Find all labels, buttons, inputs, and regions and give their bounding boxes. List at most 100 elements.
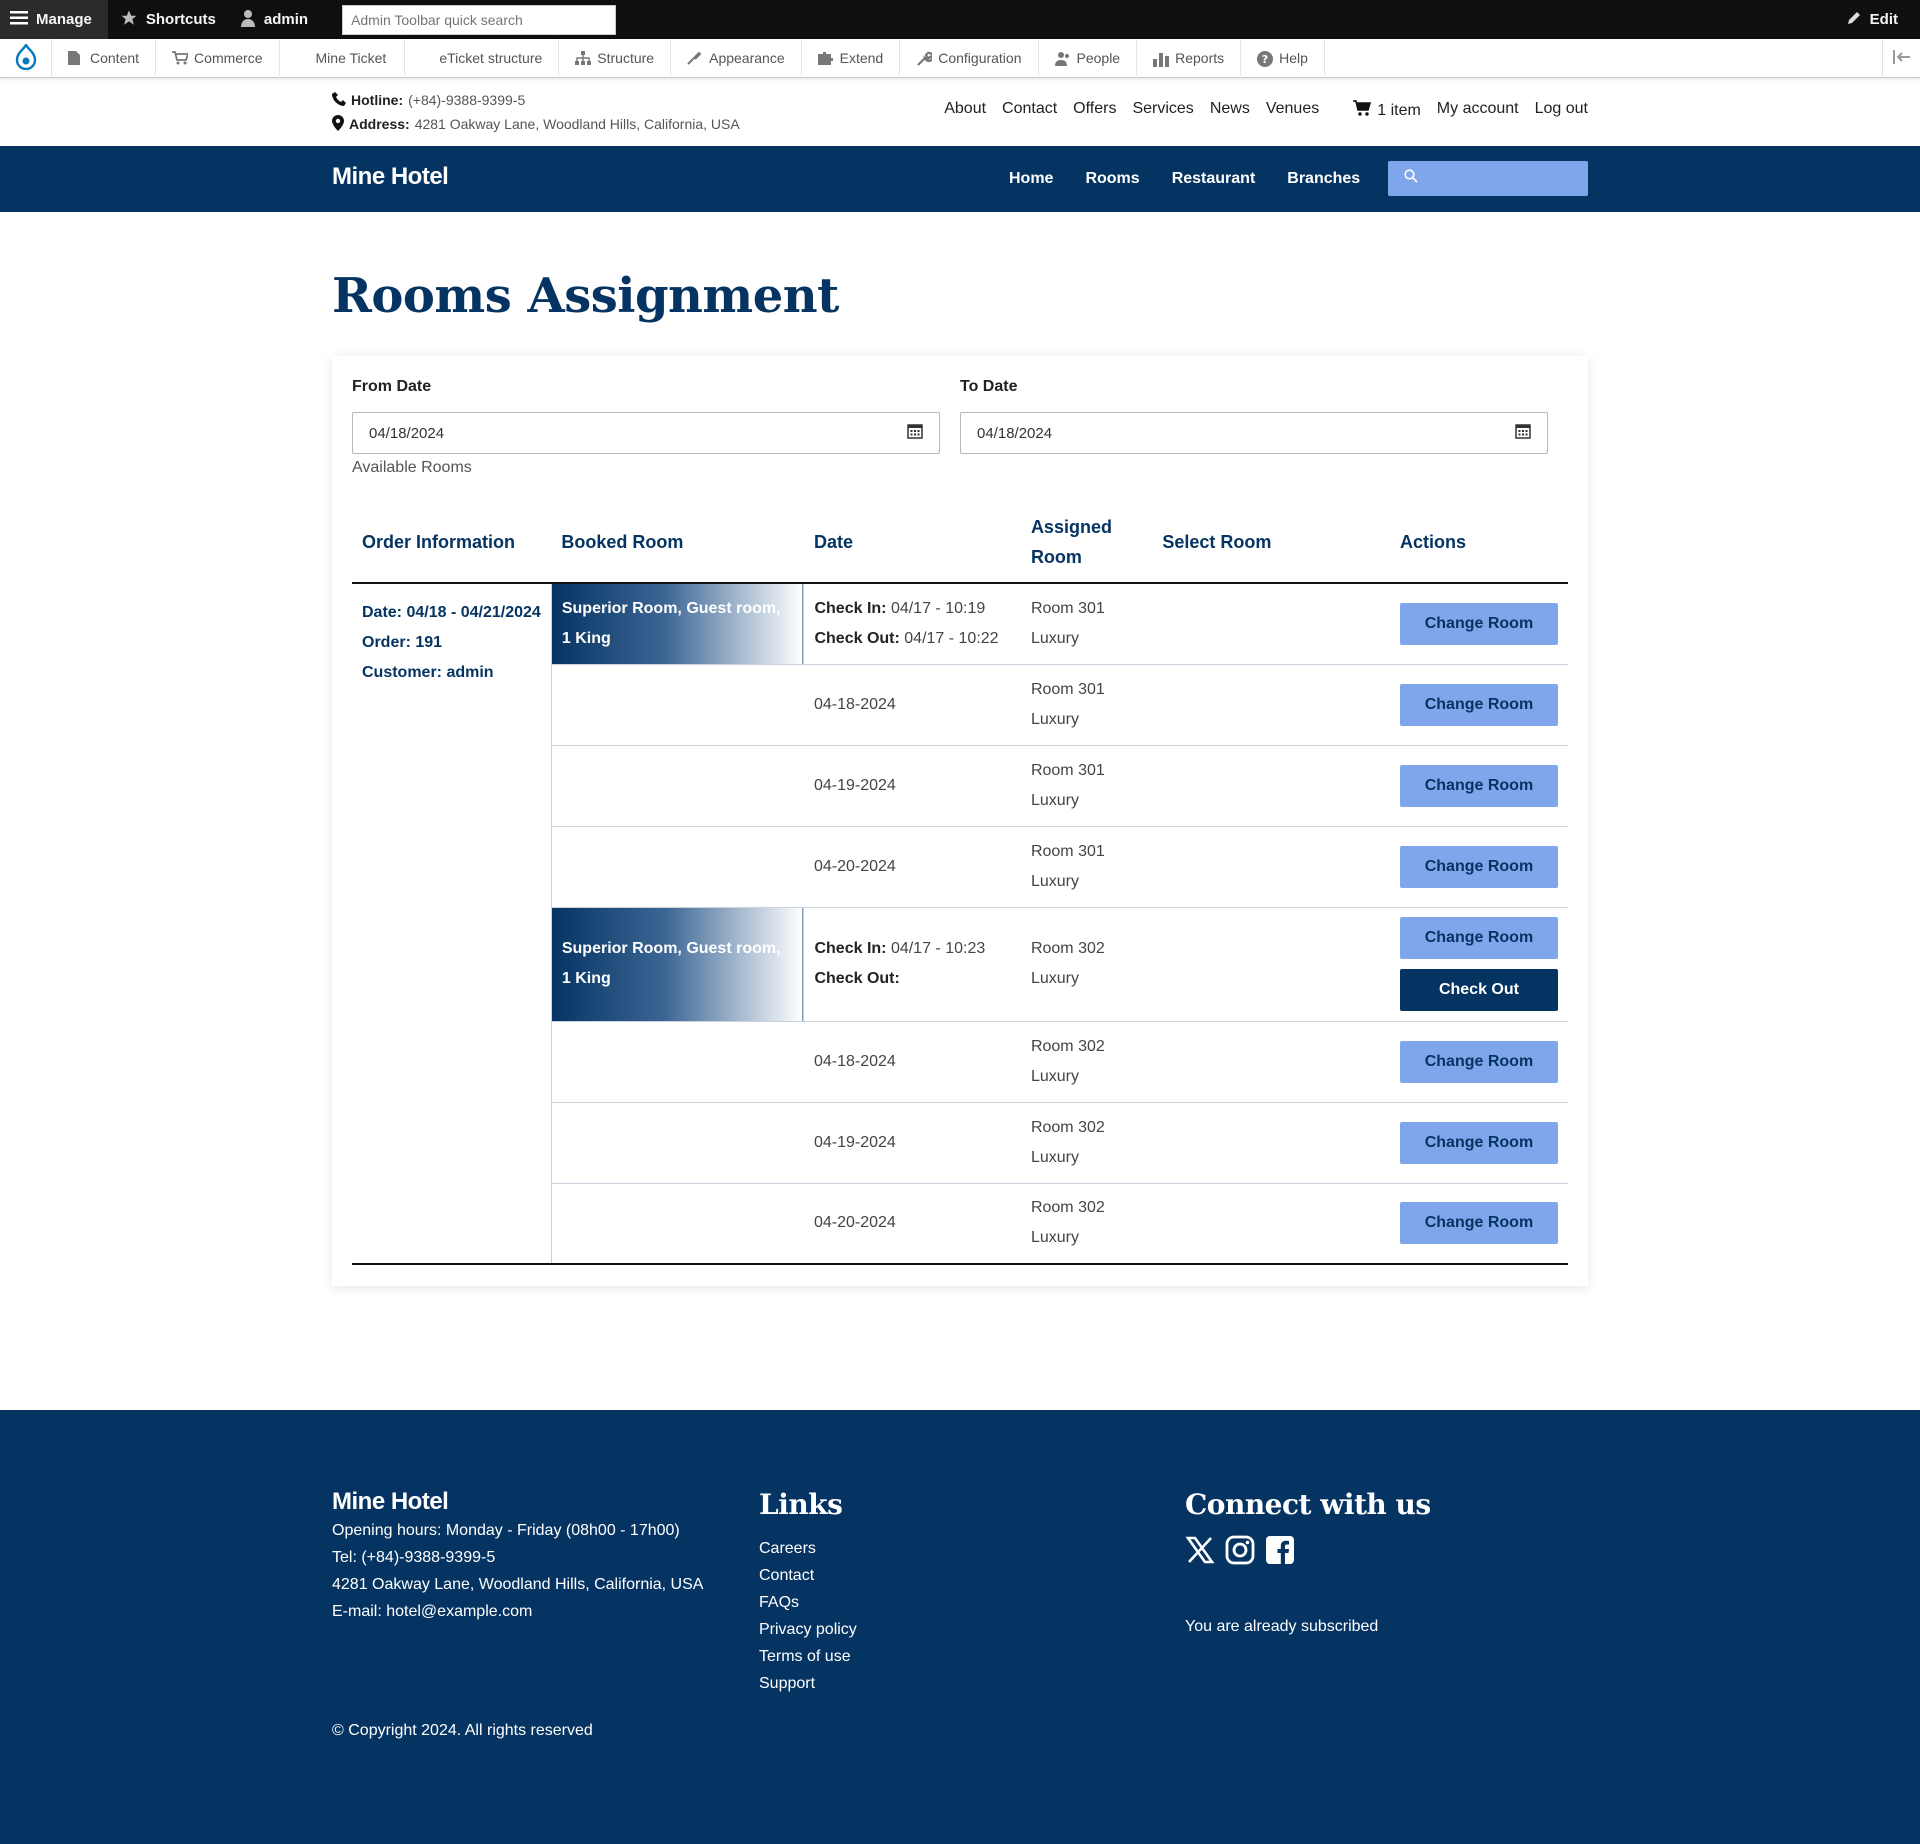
change-room-button[interactable]: Change Room xyxy=(1399,1121,1558,1164)
booked-room-empty xyxy=(551,1021,804,1103)
x-twitter-icon[interactable] xyxy=(1185,1535,1215,1570)
toolbar-content[interactable]: Content xyxy=(52,38,157,78)
admin-toolbar-tray: Content Commerce Mine Ticket eTicket str… xyxy=(0,38,1920,78)
puzzle-icon xyxy=(817,51,833,65)
change-room-button[interactable]: Change Room xyxy=(1399,1202,1558,1245)
pencil-icon xyxy=(1846,10,1862,30)
to-date-value: 04/18/2024 xyxy=(977,424,1053,442)
change-room-button[interactable]: Change Room xyxy=(1399,683,1558,726)
to-date-input[interactable]: 04/18/2024 xyxy=(960,412,1548,454)
toolbar-extend-label: Extend xyxy=(839,50,884,66)
check-out-button[interactable]: Check Out xyxy=(1399,969,1558,1011)
toolbar-reports-label: Reports xyxy=(1175,50,1225,66)
nav-services[interactable]: Services xyxy=(1132,100,1193,121)
footer-link-support[interactable]: Support xyxy=(759,1670,857,1697)
sitemap-icon xyxy=(575,51,592,65)
col-select-room: Select Room xyxy=(1152,501,1390,584)
nav-branches[interactable]: Branches xyxy=(1287,170,1360,188)
toolbar-mine-ticket-label: Mine Ticket xyxy=(315,50,387,66)
drupal-drop-icon xyxy=(15,42,37,73)
manage-button[interactable]: Manage xyxy=(0,0,108,39)
toolbar-commerce[interactable]: Commerce xyxy=(156,38,280,78)
toolbar-configuration[interactable]: Configuration xyxy=(900,38,1039,78)
nav-restaurant[interactable]: Restaurant xyxy=(1172,170,1256,188)
footer-link-privacy[interactable]: Privacy policy xyxy=(759,1616,857,1643)
toolbar-people-label: People xyxy=(1076,50,1121,66)
assigned-room-type: Luxury xyxy=(1030,1067,1079,1085)
from-date-value: 04/18/2024 xyxy=(369,424,445,442)
check-in-label: Check In: xyxy=(814,599,887,617)
footer-link-careers[interactable]: Careers xyxy=(759,1535,857,1562)
site-search-input[interactable] xyxy=(1388,161,1588,196)
toolbar-extend[interactable]: Extend xyxy=(802,38,901,78)
footer-link-contact[interactable]: Contact xyxy=(759,1562,857,1589)
col-order-information: Order Information xyxy=(352,501,552,584)
shortcuts-button[interactable]: Shortcuts xyxy=(108,0,228,39)
user-button[interactable]: admin xyxy=(228,0,320,39)
main-nav: Home Rooms Restaurant Branches xyxy=(1009,146,1360,212)
toolbar-mine-ticket[interactable]: Mine Ticket xyxy=(280,38,406,78)
table-header-row: Order Information Booked Room Date Assig… xyxy=(352,501,1568,584)
assigned-room-type: Luxury xyxy=(1030,629,1079,647)
from-date-input[interactable]: 04/18/2024 xyxy=(352,412,940,454)
available-rooms-link[interactable]: Available Rooms xyxy=(352,459,472,477)
check-in-label: Check In: xyxy=(814,940,887,957)
footer-tel: Tel: (+84)-9388-9399-5 xyxy=(332,1549,496,1566)
footer-link-faqs[interactable]: FAQs xyxy=(759,1589,857,1616)
from-date-label: From Date xyxy=(352,378,432,395)
assigned-room: Room 301 xyxy=(1030,761,1105,779)
nav-my-account[interactable]: My account xyxy=(1437,100,1519,121)
instagram-icon[interactable] xyxy=(1225,1535,1255,1570)
col-date: Date xyxy=(803,501,1021,584)
change-room-button[interactable]: Change Room xyxy=(1399,1040,1558,1083)
footer-link-terms[interactable]: Terms of use xyxy=(759,1643,857,1670)
nav-about[interactable]: About xyxy=(944,100,986,121)
change-room-button[interactable]: Change Room xyxy=(1399,764,1558,807)
footer-hours: Opening hours: Monday - Friday (08h00 - … xyxy=(332,1522,680,1539)
assigned-room: Room 302 xyxy=(1030,1199,1105,1217)
toolbar-people[interactable]: People xyxy=(1039,38,1138,78)
social-links xyxy=(1185,1535,1431,1570)
drupal-logo[interactable] xyxy=(0,38,52,78)
address-label: Address: xyxy=(349,116,410,132)
nav-log-out[interactable]: Log out xyxy=(1535,100,1588,121)
cart-count: 1 item xyxy=(1377,101,1421,119)
assigned-room-type: Luxury xyxy=(1030,710,1079,728)
shortcuts-label: Shortcuts xyxy=(145,11,216,28)
toolbar-reports[interactable]: Reports xyxy=(1137,38,1242,78)
footer-connect: Connect with us You are already subscrib… xyxy=(1185,1488,1431,1636)
change-room-button[interactable]: Change Room xyxy=(1399,845,1558,888)
nav-rooms[interactable]: Rooms xyxy=(1085,170,1139,188)
nav-contact[interactable]: Contact xyxy=(1002,100,1057,121)
stay-date: 04-20-2024 xyxy=(803,1183,1021,1265)
toolbar-collapse-button[interactable] xyxy=(1882,38,1920,78)
toolbar-appearance[interactable]: Appearance xyxy=(671,38,802,78)
check-in-out-cell: Check In: 04/17 - 10:19 Check Out: 04/17… xyxy=(803,583,1021,665)
change-room-button[interactable]: Change Room xyxy=(1399,602,1558,645)
site-brand[interactable]: Mine Hotel xyxy=(332,163,449,191)
select-room-cell xyxy=(1152,664,1390,746)
nav-venues[interactable]: Venues xyxy=(1266,100,1319,121)
select-room-cell xyxy=(1152,1102,1390,1184)
booked-room-empty xyxy=(551,664,804,746)
actions-cell: Change Room xyxy=(1389,1021,1568,1103)
site-footer: Mine Hotel Opening hours: Monday - Frida… xyxy=(0,1410,1920,1844)
edit-button[interactable]: Edit xyxy=(1834,0,1920,39)
help-icon: ? xyxy=(1257,51,1274,67)
nav-news[interactable]: News xyxy=(1210,100,1250,121)
subscription-status: You are already subscribed xyxy=(1185,1618,1379,1635)
change-room-button[interactable]: Change Room xyxy=(1399,917,1558,959)
nav-offers[interactable]: Offers xyxy=(1073,100,1116,121)
col-booked-room: Booked Room xyxy=(551,501,804,584)
nav-home[interactable]: Home xyxy=(1009,170,1053,188)
assigned-room-cell: Room 302 Luxury xyxy=(1020,907,1153,1022)
toolbar-content-label: Content xyxy=(90,50,140,66)
admin-quick-search-input[interactable] xyxy=(342,4,617,35)
toolbar-appearance-label: Appearance xyxy=(709,50,785,66)
toolbar-structure[interactable]: Structure xyxy=(559,38,672,78)
toolbar-help[interactable]: ? Help xyxy=(1241,38,1325,78)
assigned-room: Room 302 xyxy=(1030,940,1105,957)
cart-link[interactable]: 1 item xyxy=(1353,100,1421,121)
facebook-icon[interactable] xyxy=(1265,1535,1295,1570)
toolbar-eticket-structure[interactable]: eTicket structure xyxy=(405,38,560,78)
